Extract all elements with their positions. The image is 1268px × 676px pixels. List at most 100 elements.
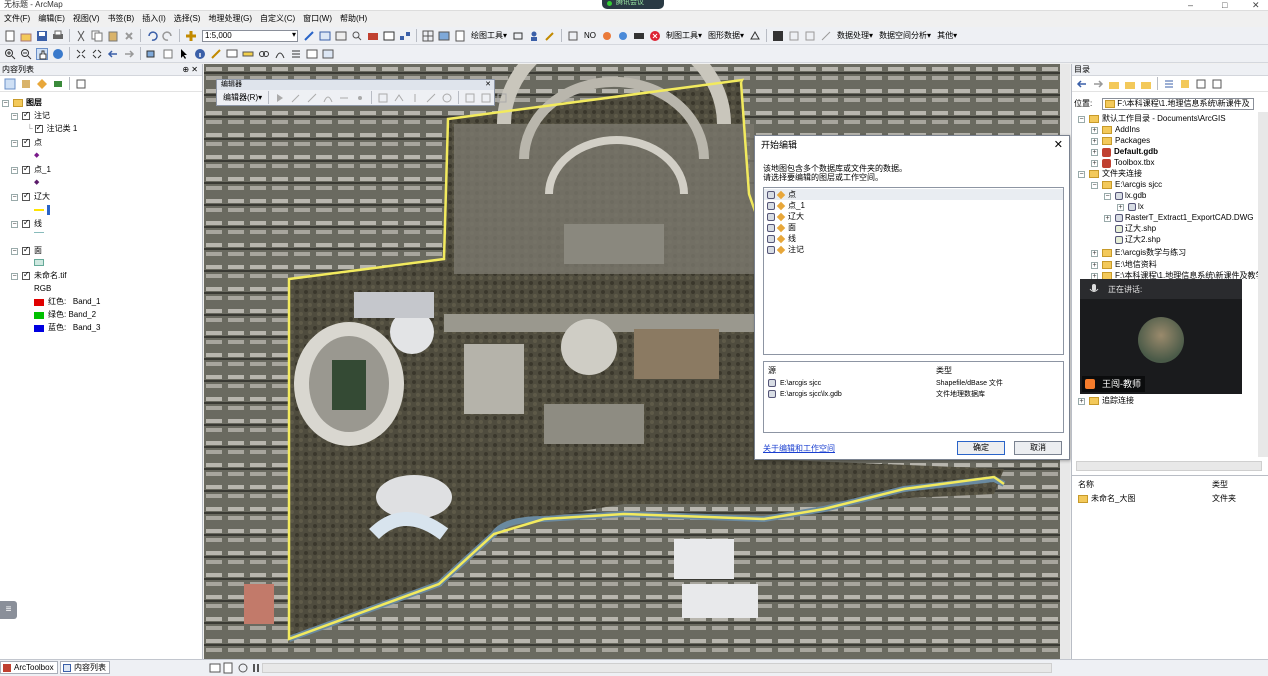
measure-icon[interactable]: [820, 30, 832, 42]
layer-checkbox[interactable]: [22, 270, 30, 280]
collapse-icon[interactable]: −: [11, 112, 18, 120]
sketch-icon[interactable]: [788, 30, 800, 42]
editor-toolbar-header[interactable]: 编辑器 ✕: [217, 80, 494, 90]
back-icon[interactable]: [1076, 78, 1088, 90]
layer-checkbox[interactable]: [22, 164, 30, 174]
toc-layer-liaoda[interactable]: − 辽大: [11, 191, 50, 202]
trace-icon[interactable]: [338, 92, 350, 104]
list-by-source-icon[interactable]: [20, 78, 32, 90]
source-column-header[interactable]: 源: [768, 365, 776, 376]
collapse-icon[interactable]: −: [1104, 192, 1111, 200]
layer-list-item[interactable]: 注记: [764, 244, 1063, 255]
zoom-out-icon[interactable]: [20, 48, 32, 60]
data-processing-menu[interactable]: 数据处理▾: [837, 30, 873, 41]
dialog-close-button[interactable]: ✕: [1054, 136, 1063, 154]
toc-annotation-class[interactable]: └ 注记类 1: [27, 123, 77, 134]
attribute-icon[interactable]: [804, 30, 816, 42]
copy-icon[interactable]: [91, 30, 103, 42]
image-icon[interactable]: [438, 30, 450, 42]
expand-icon[interactable]: +: [1117, 203, 1124, 211]
pan-icon[interactable]: [36, 47, 48, 60]
expand-icon[interactable]: +: [1091, 137, 1098, 145]
route-icon[interactable]: [274, 48, 286, 60]
straight-segment-icon[interactable]: [306, 92, 318, 104]
spatial-analysis-menu[interactable]: 数据空间分析▾: [879, 30, 931, 41]
map-horizontal-scrollbar[interactable]: [262, 663, 1052, 673]
toc-layer-raster[interactable]: − 未命名.tif: [11, 270, 66, 281]
menu-view[interactable]: 视图(V): [69, 12, 104, 26]
globe-icon[interactable]: [617, 30, 629, 42]
maximize-button[interactable]: □: [1222, 0, 1227, 10]
zoom-in-icon[interactable]: [4, 48, 16, 60]
layer-list-item[interactable]: 辽大: [764, 211, 1063, 222]
collapse-icon[interactable]: −: [11, 247, 18, 255]
menu-geoprocessing[interactable]: 地理处理(G): [204, 12, 256, 26]
editor-toolbar-close[interactable]: ✕: [485, 80, 491, 90]
expand-icon[interactable]: +: [1091, 261, 1098, 269]
toc-layer-annotation[interactable]: − 注记: [11, 110, 50, 121]
toc-root[interactable]: − 图层: [2, 98, 42, 108]
collapse-icon[interactable]: −: [11, 272, 18, 280]
catalog-horizontal-scrollbar[interactable]: [1076, 461, 1262, 471]
toc-layer-polygon[interactable]: −面: [11, 245, 42, 256]
meeting-indicator[interactable]: 腾讯会议: [602, 0, 664, 9]
menu-edit[interactable]: 编辑(E): [34, 12, 69, 26]
list-by-selection-icon[interactable]: [52, 78, 64, 90]
select-elements-icon[interactable]: [178, 48, 190, 60]
person-icon[interactable]: [528, 30, 540, 42]
point-icon[interactable]: [354, 92, 366, 104]
contents-name-header[interactable]: 名称: [1078, 480, 1094, 490]
rectangle-icon[interactable]: [512, 30, 524, 42]
catalog-item-liaoda-shp[interactable]: 辽大.shp: [1115, 224, 1156, 234]
toc-pin-close[interactable]: ⊕ ✕: [182, 64, 198, 76]
attributes-icon[interactable]: [464, 92, 476, 104]
expand-icon[interactable]: +: [1104, 214, 1111, 222]
expand-icon[interactable]: +: [1091, 159, 1098, 167]
catalog-icon[interactable]: [335, 30, 347, 42]
catalog-item-lx-gdb[interactable]: − lx.gdb: [1104, 191, 1146, 201]
reshape-icon[interactable]: [393, 92, 405, 104]
about-editing-link[interactable]: 关于编辑和工作空间: [763, 443, 835, 454]
edit-vertices-icon[interactable]: [377, 92, 389, 104]
new-document-icon[interactable]: [4, 30, 16, 42]
layer-checkbox[interactable]: [22, 110, 30, 120]
catalog-item-addins[interactable]: + AddIns: [1091, 125, 1140, 135]
floating-menu-button[interactable]: ≡: [0, 601, 17, 619]
up-folder-icon[interactable]: [1108, 78, 1120, 90]
viewer-icon[interactable]: [322, 48, 334, 60]
source-row[interactable]: E:\arcgis sjcc\lx.gdb: [768, 390, 842, 399]
sketch-properties-icon[interactable]: [480, 92, 492, 104]
add-data-icon[interactable]: [185, 30, 197, 42]
toc-layer-line[interactable]: −线: [11, 218, 42, 229]
toc-tab[interactable]: 内容列表: [60, 661, 110, 674]
zoom-layer-icon[interactable]: [601, 30, 613, 42]
catalog-item-folder-connections[interactable]: − 文件夹连接: [1078, 169, 1142, 179]
save-edits-icon[interactable]: [772, 30, 784, 42]
refresh-view-icon[interactable]: [237, 662, 249, 674]
layer-list-item[interactable]: 点: [764, 189, 1063, 200]
menu-windows[interactable]: 窗口(W): [299, 12, 336, 26]
catalog-item-gis-data[interactable]: + E:\地信资料: [1091, 260, 1157, 270]
catalog-item-dwg[interactable]: + RasterT_Extract1_ExportCAD.DWG: [1104, 213, 1253, 223]
graphic-data-menu[interactable]: 图形数据▾: [708, 30, 744, 41]
other-menu[interactable]: 其他▾: [937, 30, 957, 41]
fixed-zoom-out-icon[interactable]: [91, 48, 103, 60]
edit-tool-icon[interactable]: [274, 92, 286, 104]
cut-icon[interactable]: [75, 30, 87, 42]
toc-layer-point[interactable]: −点: [11, 137, 42, 148]
python-window-icon[interactable]: [383, 30, 395, 42]
catalog-item-arcgis-sjcc[interactable]: − E:\arcgis sjcc: [1091, 180, 1162, 190]
collapse-icon[interactable]: −: [11, 193, 18, 201]
expand-icon[interactable]: +: [1091, 249, 1098, 257]
layer-checkbox[interactable]: [22, 191, 30, 201]
identify-icon[interactable]: [633, 30, 645, 42]
location-input[interactable]: F:\本科课程\1.地理信息系统\新课件及: [1102, 98, 1255, 110]
refresh-icon[interactable]: [1179, 78, 1191, 90]
layout-view-icon[interactable]: [222, 662, 234, 674]
home-icon[interactable]: [1124, 78, 1136, 90]
editor-menu-button[interactable]: 编辑器(R)▾: [223, 92, 262, 103]
source-row[interactable]: E:\arcgis sjcc: [768, 379, 821, 388]
list-by-visibility-icon[interactable]: [36, 78, 48, 90]
collapse-icon[interactable]: −: [1078, 115, 1085, 123]
list-by-drawing-order-icon[interactable]: [4, 78, 16, 90]
